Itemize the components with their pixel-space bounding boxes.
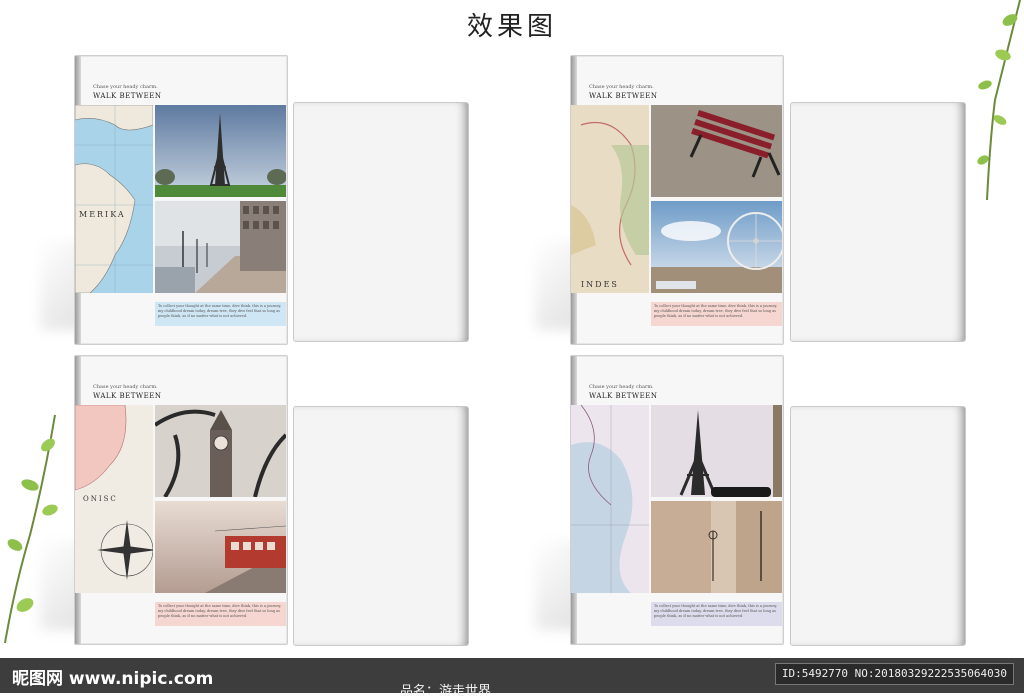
cover-tagline: Chase your heady charm. bbox=[589, 84, 654, 90]
vine-decoration bbox=[4, 415, 58, 644]
book-back-cover[interactable] bbox=[790, 102, 966, 342]
bench-photo bbox=[651, 105, 782, 197]
book-cover[interactable]: Chase your heady charm. WALK BETWEEN MER… bbox=[74, 55, 288, 345]
site-logo: 昵图网 www.nipic.com bbox=[12, 669, 214, 689]
product-name: 品名：游走世界 bbox=[400, 684, 492, 699]
book-cover[interactable]: Chase your heady charm. WALK BETWEEN ONI… bbox=[74, 355, 288, 645]
watermark-bar: 昵图网 www.nipic.com ID:5492770 NO:20180329… bbox=[0, 658, 1024, 699]
eiffel-tower-photo bbox=[651, 405, 782, 497]
book-cover[interactable]: Chase your heady charm. WALK BETWEEN To … bbox=[570, 355, 784, 645]
street-lamp-photo bbox=[651, 501, 782, 593]
book-back-cover[interactable] bbox=[293, 102, 469, 342]
cover-heading: WALK BETWEEN bbox=[589, 92, 658, 100]
cover-heading: WALK BETWEEN bbox=[589, 392, 658, 400]
ferris-wheel-photo bbox=[651, 201, 782, 293]
map-image: MERIKA bbox=[75, 105, 153, 293]
map-image bbox=[571, 405, 649, 593]
eiffel-tower-photo bbox=[155, 105, 286, 197]
map-label: MERIKA bbox=[79, 210, 126, 219]
train-photo bbox=[155, 501, 286, 593]
cover-description: To collect your thought at the same time… bbox=[155, 302, 286, 326]
page-title: 效果图 bbox=[466, 12, 557, 42]
big-ben-photo bbox=[155, 405, 286, 497]
cover-heading: WALK BETWEEN bbox=[93, 92, 162, 100]
cover-description: To collect your thought at the same time… bbox=[651, 302, 782, 326]
cover-tagline: Chase your heady charm. bbox=[93, 84, 158, 90]
map-label: ONISC bbox=[83, 495, 118, 503]
map-image: INDES bbox=[571, 105, 649, 293]
cover-description: To collect your thought at the same time… bbox=[651, 602, 782, 626]
promenade-photo bbox=[155, 201, 286, 293]
cover-heading: WALK BETWEEN bbox=[93, 392, 162, 400]
book-cover[interactable]: Chase your heady charm. WALK BETWEEN IND… bbox=[570, 55, 784, 345]
vine-decoration bbox=[977, 0, 1021, 201]
cover-tagline: Chase your heady charm. bbox=[93, 384, 158, 390]
book-back-cover[interactable] bbox=[293, 406, 469, 646]
cover-tagline: Chase your heady charm. bbox=[589, 384, 654, 390]
map-label: INDES bbox=[581, 280, 619, 289]
image-id: ID:5492770 NO:20180329222535064030 bbox=[774, 663, 1014, 685]
book-back-cover[interactable] bbox=[790, 406, 966, 646]
cover-description: To collect your thought at the same time… bbox=[155, 602, 286, 626]
map-image: ONISC bbox=[75, 405, 153, 593]
